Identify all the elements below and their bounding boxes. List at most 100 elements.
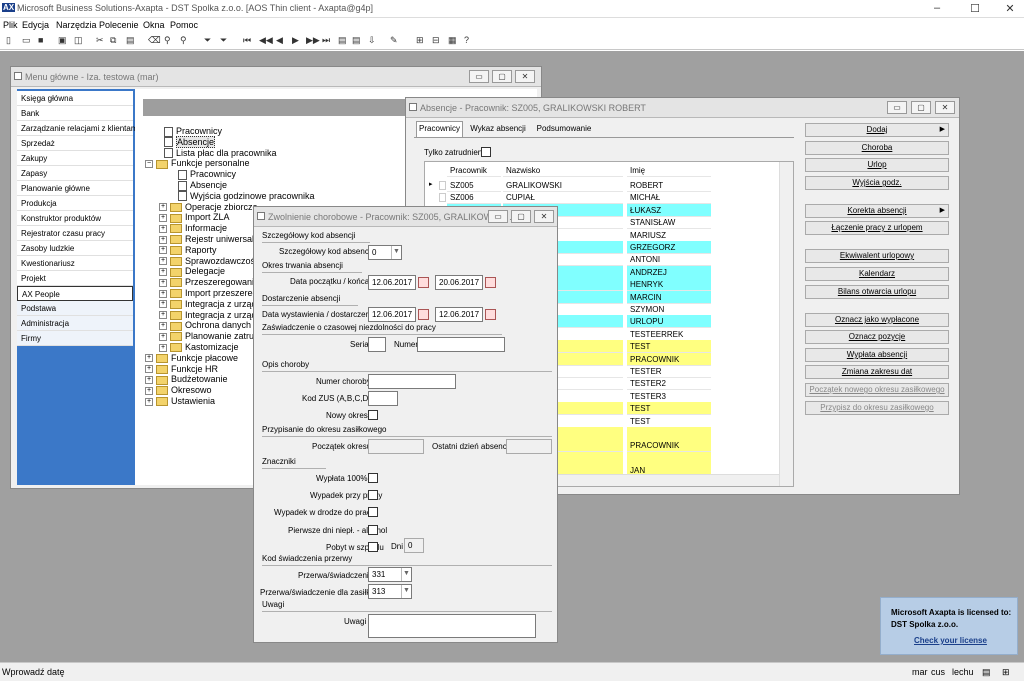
prev-page-icon[interactable]: ◀◀	[259, 35, 273, 46]
cell-first-name[interactable]: MARCIN	[627, 290, 711, 304]
calendar-icon[interactable]	[418, 309, 429, 320]
action-button[interactable]: Oznacz pozycje	[805, 330, 949, 344]
series-field[interactable]	[368, 337, 386, 352]
detail-code-select[interactable]: 0 ▼	[368, 245, 402, 260]
cut-icon[interactable]: ✂	[96, 35, 104, 46]
collapse-icon[interactable]: −	[145, 160, 153, 169]
cell-first-name[interactable]: ŁUKASZ	[627, 203, 711, 217]
action-button[interactable]: Urlop	[805, 158, 949, 172]
document-icon[interactable]: ▦	[448, 35, 457, 46]
nav-item[interactable]: Firmy	[17, 331, 133, 346]
expand-icon[interactable]: +	[159, 203, 167, 212]
minimize-icon[interactable]: –	[930, 2, 944, 14]
copy-icon[interactable]: ⧉	[110, 35, 116, 46]
tree-item[interactable]: Absencje	[167, 180, 227, 191]
tree-item[interactable]: + Rejestr uniwersalny	[159, 234, 264, 245]
break-select[interactable]: 331 ▼	[368, 567, 412, 582]
menu-okna[interactable]: Okna	[143, 20, 165, 30]
find-icon[interactable]: ⚲	[164, 35, 171, 46]
new-icon[interactable]: ▯	[6, 35, 11, 46]
cell-first-name[interactable]: TESTEERREK	[627, 328, 711, 341]
expand-icon[interactable]: +	[145, 397, 153, 406]
expand-icon[interactable]: +	[145, 386, 153, 395]
nav-item[interactable]: Zasoby ludzkie	[17, 241, 133, 256]
menu-plik[interactable]: Plik	[3, 20, 18, 30]
minimize-icon[interactable]: ▭	[469, 70, 489, 83]
period-start-field[interactable]: 12.06.2017	[368, 275, 416, 290]
expand-icon[interactable]: +	[159, 343, 167, 352]
cell-first-name[interactable]	[627, 427, 711, 440]
nav-item[interactable]: Zakupy	[17, 151, 133, 166]
nav-item[interactable]: AX People	[17, 286, 133, 301]
next-record-icon[interactable]: ▶	[292, 35, 299, 46]
calendar-icon[interactable]	[485, 309, 496, 320]
column-header-surname[interactable]: Nazwisko	[503, 164, 623, 177]
maximize-icon[interactable]: ▢	[492, 70, 512, 83]
print-icon[interactable]: ▣	[58, 35, 67, 46]
flag-checkbox[interactable]	[368, 541, 378, 552]
action-button[interactable]: Bilans otwarcia urlopu	[805, 285, 949, 299]
export-icon[interactable]: ✎	[390, 35, 398, 46]
tree-item[interactable]: + Ochrona danych os	[159, 320, 263, 331]
expand-icon[interactable]: +	[159, 268, 167, 277]
nav-item[interactable]: Projekt	[17, 271, 133, 286]
action-button[interactable]: Kalendarz	[805, 267, 949, 281]
preview-icon[interactable]: ◫	[74, 35, 83, 46]
tree-item[interactable]: Pracownicy	[167, 169, 236, 180]
cell-first-name[interactable]	[627, 451, 711, 465]
close-icon[interactable]: ✕	[935, 101, 955, 114]
tree-item[interactable]: + Budżetowanie	[145, 374, 228, 385]
maximize-icon[interactable]: ☐	[968, 2, 982, 15]
action-button[interactable]: Korekta absencji ▶	[805, 204, 949, 218]
delivery-issued-field[interactable]: 12.06.2017	[368, 307, 416, 322]
action-button[interactable]: Choroba	[805, 141, 949, 155]
import-icon[interactable]: ⇩	[368, 35, 376, 46]
expand-icon[interactable]: +	[159, 300, 167, 309]
cell-first-name[interactable]: TEST	[627, 402, 711, 416]
row-selector[interactable]	[439, 193, 446, 203]
nav-item[interactable]: Planowanie główne	[17, 181, 133, 196]
cell-first-name[interactable]: URLOPU	[627, 315, 711, 329]
cell-first-name[interactable]: ROBERT	[627, 179, 711, 192]
expand-icon[interactable]: +	[159, 214, 167, 223]
cell-first-name[interactable]: TESTER3	[627, 390, 711, 403]
delivery-received-field[interactable]: 12.06.2017	[435, 307, 483, 322]
calendar-icon[interactable]	[418, 277, 429, 288]
last-record-icon[interactable]: ⏭	[322, 35, 330, 46]
maximize-icon[interactable]: ▢	[511, 210, 531, 223]
tree-item[interactable]: + Informacje	[159, 223, 227, 234]
cell-first-name[interactable]: MARIUSZ	[627, 229, 711, 242]
first-record-icon[interactable]: ⏮	[243, 35, 251, 46]
new-record-icon[interactable]: ▤	[338, 35, 347, 46]
action-button[interactable]: Oznacz jako wypłacone	[805, 313, 949, 327]
tree-item[interactable]: + Raporty	[159, 245, 217, 255]
table-icon[interactable]: ⊞	[416, 35, 424, 46]
expand-icon[interactable]: +	[145, 354, 153, 363]
expand-icon[interactable]: +	[145, 365, 153, 374]
expand-icon[interactable]: +	[159, 257, 167, 266]
minimize-icon[interactable]: ▭	[488, 210, 508, 223]
cell-first-name[interactable]: MICHAŁ	[627, 191, 711, 205]
nav-item[interactable]: Sprzedaż	[17, 136, 133, 151]
chevron-down-icon[interactable]: ▼	[391, 246, 401, 259]
prev-record-icon[interactable]: ◀	[276, 35, 283, 46]
nav-item[interactable]: Produkcja	[17, 196, 133, 211]
tree-item[interactable]: + Okresowo	[145, 385, 212, 396]
menu-edycja[interactable]: Edycja	[22, 20, 49, 30]
chevron-down-icon[interactable]: ▼	[401, 585, 411, 598]
action-button[interactable]: Dodaj ▶	[805, 123, 949, 137]
close-icon[interactable]: ✕	[515, 70, 535, 83]
flag-checkbox[interactable]	[368, 490, 378, 501]
cell-surname[interactable]: GRALIKOWSKI	[503, 179, 623, 192]
clear-filter-icon[interactable]: ⏷	[220, 35, 227, 46]
action-button[interactable]: Łączenie pracy z urlopem	[805, 221, 949, 235]
find-next-icon[interactable]: ⚲	[180, 35, 187, 46]
check-license-link[interactable]: Check your license	[914, 636, 987, 645]
tree-item[interactable]: + Ustawienia	[145, 396, 215, 407]
row-selector[interactable]	[439, 181, 446, 190]
close-icon[interactable]: ✕	[1003, 2, 1017, 15]
save-icon[interactable]: ■	[38, 35, 43, 45]
expand-icon[interactable]: +	[159, 246, 167, 255]
help-icon[interactable]: ?	[464, 35, 469, 45]
tree-item[interactable]: + Kastomizacje	[159, 342, 239, 353]
